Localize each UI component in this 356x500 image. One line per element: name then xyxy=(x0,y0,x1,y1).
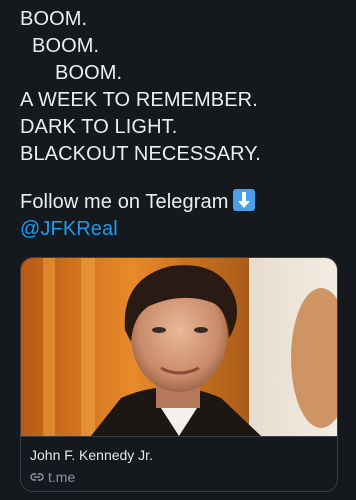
mention-link[interactable]: @JFKReal xyxy=(20,216,350,243)
card-meta: John F. Kennedy Jr. t.me xyxy=(21,436,337,491)
card-portrait-photo xyxy=(21,258,337,436)
tweet-line: A WEEK TO REMEMBER. xyxy=(20,89,258,111)
link-icon xyxy=(30,470,44,487)
tweet-line: BLACKOUT NECESSARY. xyxy=(20,143,261,165)
card-title: John F. Kennedy Jr. xyxy=(30,447,153,463)
tweet-line: DARK TO LIGHT. xyxy=(20,116,178,138)
link-preview-card[interactable]: John F. Kennedy Jr. t.me xyxy=(20,257,338,492)
follow-text: Follow me on Telegram xyxy=(20,191,229,213)
down-arrow-emoji-icon xyxy=(232,189,255,211)
tweet-text: BOOM. BOOM. BOOM. A WEEK TO REMEMBER. DA… xyxy=(20,6,350,243)
card-domain: t.me xyxy=(30,469,75,487)
tweet-line: BOOM. xyxy=(20,8,88,30)
card-domain-text: t.me xyxy=(48,469,76,485)
follow-line: Follow me on Telegram xyxy=(20,189,350,216)
tweet-line: BOOM. xyxy=(32,35,100,57)
tweet-line: BOOM. xyxy=(55,62,123,84)
